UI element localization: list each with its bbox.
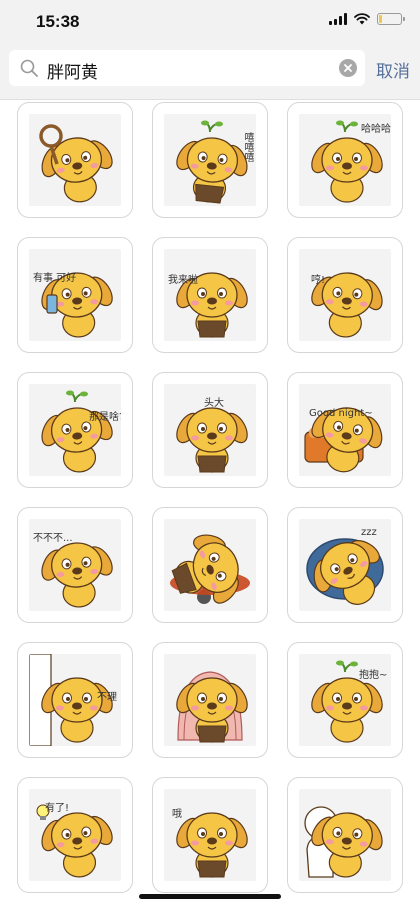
sticker-item[interactable]: 不不不... xyxy=(17,507,133,623)
sticker-caption: 头大 xyxy=(204,398,224,409)
battery-level xyxy=(379,15,382,23)
search-query[interactable]: 胖阿黄 xyxy=(47,58,98,83)
sticker-caption: 嘻嘻嘻 xyxy=(242,132,253,162)
sticker-item[interactable]: 头大 xyxy=(152,372,268,488)
sticker-caption: 我来啦 xyxy=(168,275,198,286)
search-input[interactable]: 胖阿黄 xyxy=(9,50,365,86)
sticker-image: 头大 xyxy=(164,384,256,476)
sticker-item[interactable]: Good night~ xyxy=(287,372,403,488)
sticker-image: 有事 可好 xyxy=(29,249,121,341)
sticker-item[interactable]: 哦 xyxy=(152,777,268,893)
status-icons xyxy=(329,13,405,25)
search-icon xyxy=(20,59,38,77)
sticker-image: 那是啥? xyxy=(29,384,121,476)
sticker-item[interactable] xyxy=(152,642,268,758)
home-indicator[interactable] xyxy=(139,894,281,899)
sticker-item[interactable] xyxy=(17,102,133,218)
sticker-caption: 哦 xyxy=(172,809,182,820)
sticker-item[interactable]: 有事 可好 xyxy=(17,237,133,353)
sticker-item[interactable]: zzz xyxy=(287,507,403,623)
sticker-item[interactable]: 抱抱~ xyxy=(287,642,403,758)
sticker-caption: 哼! xyxy=(311,275,326,286)
battery-icon xyxy=(377,13,405,25)
status-time: 15:38 xyxy=(36,12,80,31)
sticker-caption: 那是啥? xyxy=(89,412,121,423)
sticker-image: 我来啦 xyxy=(164,249,256,341)
sticker-item[interactable] xyxy=(287,777,403,893)
cellular-signal-icon xyxy=(329,13,347,25)
clear-icon[interactable] xyxy=(339,59,357,77)
sticker-caption: 有事 可好 xyxy=(33,273,77,284)
sticker-caption: 不不不... xyxy=(33,533,73,544)
sticker-item[interactable]: 那是啥? xyxy=(17,372,133,488)
sticker-caption: 哈哈哈哈 xyxy=(361,124,391,135)
sticker-image: Good night~ xyxy=(299,384,391,476)
sticker-caption: 不理 xyxy=(97,692,117,703)
sticker-item[interactable]: 哈哈哈哈 xyxy=(287,102,403,218)
sticker-image: 哦 xyxy=(164,789,256,881)
sticker-caption: Good night~ xyxy=(309,408,373,419)
sticker-grid: 嘻嘻嘻 哈哈哈哈 xyxy=(0,100,420,909)
sticker-caption: zzz xyxy=(361,527,377,538)
sticker-caption: 有了! xyxy=(45,803,70,814)
cancel-button[interactable]: 取消 xyxy=(376,57,410,82)
sticker-image: 哼! xyxy=(299,249,391,341)
sticker-item[interactable]: 不理 xyxy=(17,642,133,758)
sticker-image xyxy=(29,114,121,206)
sticker-caption: 抱抱~ xyxy=(359,670,388,681)
sticker-image: zzz xyxy=(299,519,391,611)
status-bar: 15:38 xyxy=(0,0,420,44)
screen: 15:38 胖阿黄 取消 嘻嘻嘻 哈哈哈 有事 可好 我来啦 哼! 那是啥? 头… xyxy=(0,0,420,909)
search-header: 胖阿黄 取消 xyxy=(0,44,420,100)
sticker-image: 不不不... xyxy=(29,519,121,611)
sticker-item[interactable]: 有了! xyxy=(17,777,133,893)
sticker-image: 抱抱~ xyxy=(299,654,391,746)
sticker-item[interactable]: 哼! xyxy=(287,237,403,353)
sticker-image xyxy=(164,654,256,746)
sticker-image: 不理 xyxy=(29,654,121,746)
sticker-item[interactable]: 嘻嘻嘻 xyxy=(152,102,268,218)
sticker-image xyxy=(299,789,391,881)
sticker-image: 嘻嘻嘻 xyxy=(164,114,256,206)
wifi-icon xyxy=(354,13,370,25)
sticker-image xyxy=(164,519,256,611)
sticker-item[interactable] xyxy=(152,507,268,623)
sticker-image: 有了! xyxy=(29,789,121,881)
sticker-image: 哈哈哈哈 xyxy=(299,114,391,206)
sticker-item[interactable]: 我来啦 xyxy=(152,237,268,353)
